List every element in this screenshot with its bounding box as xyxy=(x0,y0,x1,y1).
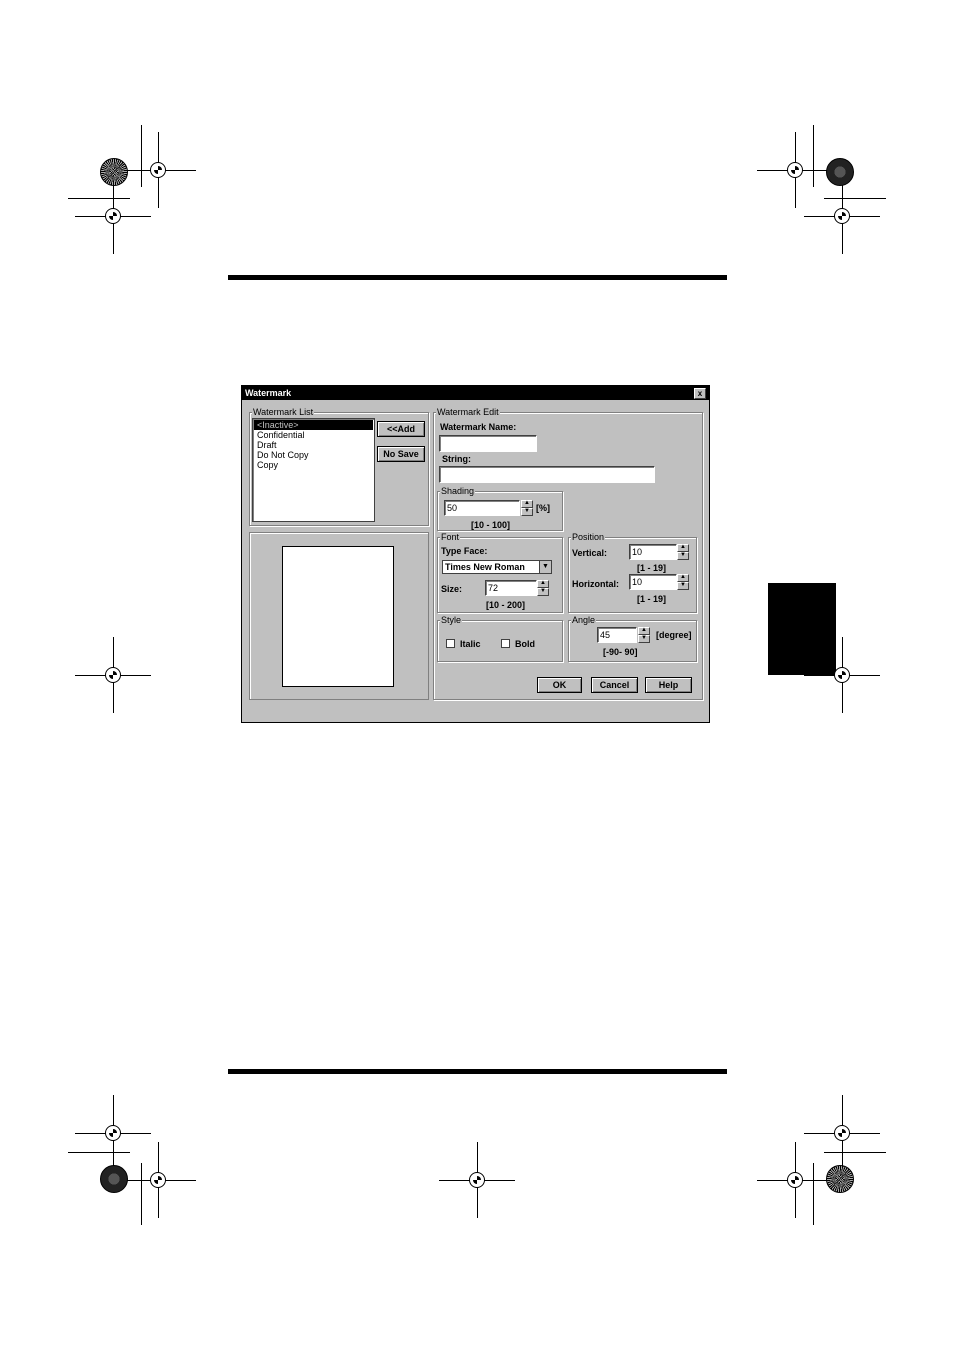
section-thumb-tab xyxy=(768,583,836,675)
type-face-value: Times New Roman xyxy=(445,562,525,572)
vertical-stepper[interactable]: ▲ ▼ xyxy=(677,544,689,560)
list-item[interactable]: Copy xyxy=(254,460,373,470)
shading-input[interactable]: 50 xyxy=(444,500,520,516)
watermark-list-group: Watermark List <Inactive> Confidential D… xyxy=(249,407,429,526)
ok-button[interactable]: OK xyxy=(537,677,582,693)
shading-legend: Shading xyxy=(440,486,476,496)
size-stepper[interactable]: ▲ ▼ xyxy=(537,580,549,596)
spin-up-icon[interactable]: ▲ xyxy=(521,500,533,508)
spin-down-icon[interactable]: ▼ xyxy=(677,552,689,560)
bold-checkbox[interactable] xyxy=(501,639,510,648)
watermark-dialog: Watermark x Watermark List <Inactive> Co… xyxy=(241,385,710,723)
type-face-label: Type Face: xyxy=(441,546,488,556)
spin-down-icon[interactable]: ▼ xyxy=(537,588,549,596)
crop-line xyxy=(824,198,886,199)
bottom-rule xyxy=(228,1069,727,1074)
font-legend: Font xyxy=(440,532,461,542)
spin-down-icon[interactable]: ▼ xyxy=(521,508,533,516)
color-target-icon xyxy=(826,158,854,186)
spin-down-icon[interactable]: ▼ xyxy=(677,582,689,590)
horizontal-input[interactable]: 10 xyxy=(629,574,677,590)
italic-label: Italic xyxy=(460,639,481,649)
string-field[interactable] xyxy=(439,466,655,483)
bold-label: Bold xyxy=(515,639,535,649)
spin-up-icon[interactable]: ▲ xyxy=(677,544,689,552)
crop-line xyxy=(68,198,130,199)
type-face-dropdown[interactable]: Times New Roman ▼ xyxy=(442,560,552,574)
add-button[interactable]: <<Add xyxy=(377,421,425,437)
dialog-title: Watermark xyxy=(245,388,292,398)
watermark-name-field[interactable] xyxy=(439,435,537,452)
spin-down-icon[interactable]: ▼ xyxy=(638,635,650,643)
string-label: String: xyxy=(442,454,471,464)
page-preview xyxy=(282,546,394,687)
horizontal-range: [1 - 19] xyxy=(637,594,667,604)
style-group: Style Italic Bold xyxy=(437,615,563,662)
close-icon[interactable]: x xyxy=(694,388,706,399)
watermark-edit-legend: Watermark Edit xyxy=(436,407,500,417)
font-group: Font Type Face: Times New Roman ▼ Size: … xyxy=(437,532,563,613)
crop-line xyxy=(813,1163,814,1225)
color-target-icon xyxy=(826,1165,854,1193)
preview-panel xyxy=(249,532,429,700)
angle-unit: [degree] xyxy=(656,630,692,640)
italic-checkbox[interactable] xyxy=(446,639,455,648)
crop-line xyxy=(141,125,142,187)
horizontal-label: Horizontal: xyxy=(572,579,619,589)
no-save-button[interactable]: No Save xyxy=(377,446,425,462)
top-rule xyxy=(228,275,727,280)
shading-group: Shading 50 ▲ ▼ [%] [10 - 100] xyxy=(437,486,563,531)
list-item[interactable]: Do Not Copy xyxy=(254,450,373,460)
vertical-label: Vertical: xyxy=(572,548,608,558)
angle-stepper[interactable]: ▲ ▼ xyxy=(638,627,650,643)
color-target-icon xyxy=(100,1165,128,1193)
watermark-listbox[interactable]: <Inactive> Confidential Draft Do Not Cop… xyxy=(252,418,375,522)
size-range: [10 - 200] xyxy=(486,600,526,610)
shading-stepper[interactable]: ▲ ▼ xyxy=(521,500,533,516)
size-label: Size: xyxy=(441,584,463,594)
angle-range: [-90- 90] xyxy=(603,647,638,657)
angle-legend: Angle xyxy=(571,615,597,625)
list-item[interactable]: Draft xyxy=(254,440,373,450)
cancel-button[interactable]: Cancel xyxy=(591,677,638,693)
watermark-list-legend: Watermark List xyxy=(252,407,315,417)
watermark-edit-group: Watermark Edit Watermark Name: String: S… xyxy=(433,407,703,700)
crop-line xyxy=(68,1152,130,1153)
list-item[interactable]: Confidential xyxy=(254,430,373,440)
list-item[interactable]: <Inactive> xyxy=(254,420,373,430)
spin-up-icon[interactable]: ▲ xyxy=(638,627,650,635)
spin-up-icon[interactable]: ▲ xyxy=(677,574,689,582)
crop-line xyxy=(824,1152,886,1153)
color-target-icon xyxy=(100,158,128,186)
crop-line xyxy=(813,125,814,187)
shading-unit: [%] xyxy=(536,503,550,513)
vertical-input[interactable]: 10 xyxy=(629,544,677,560)
position-legend: Position xyxy=(571,532,606,542)
angle-input[interactable]: 45 xyxy=(597,627,637,643)
horizontal-stepper[interactable]: ▲ ▼ xyxy=(677,574,689,590)
vertical-range: [1 - 19] xyxy=(637,563,667,573)
help-button[interactable]: Help xyxy=(645,677,692,693)
spin-up-icon[interactable]: ▲ xyxy=(537,580,549,588)
angle-group: Angle 45 ▲ ▼ [degree] [-90- 90] xyxy=(568,615,697,662)
shading-range: [10 - 100] xyxy=(471,520,511,530)
watermark-name-label: Watermark Name: xyxy=(440,422,517,432)
crop-line xyxy=(141,1163,142,1225)
dialog-title-bar: Watermark x xyxy=(242,386,709,400)
position-group: Position Vertical: 10 ▲ ▼ [1 - 19] Horiz… xyxy=(568,532,697,613)
chevron-down-icon[interactable]: ▼ xyxy=(539,561,551,573)
style-legend: Style xyxy=(440,615,463,625)
size-input[interactable]: 72 xyxy=(485,580,537,596)
